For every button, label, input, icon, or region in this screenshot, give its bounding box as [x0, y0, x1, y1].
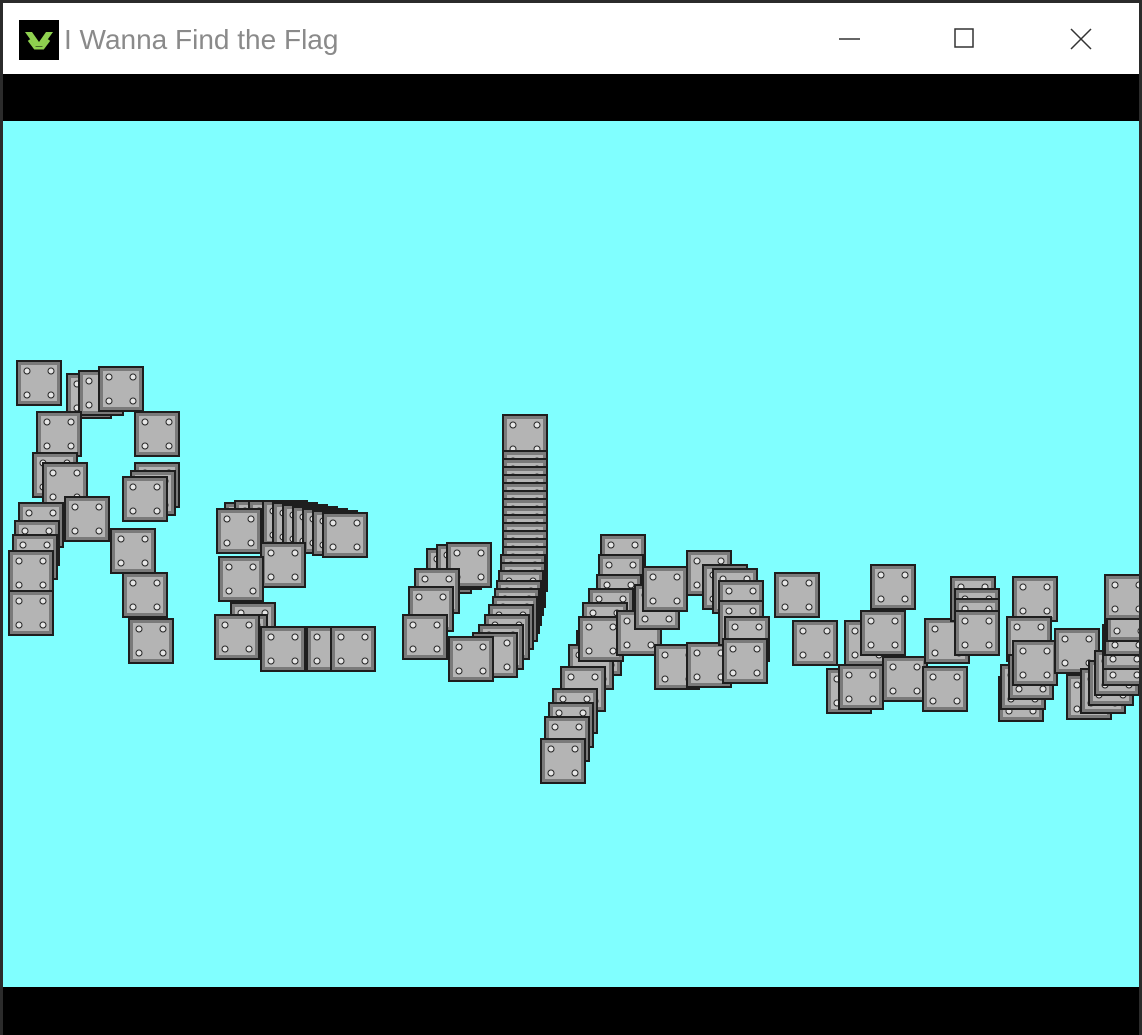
game-viewport[interactable] — [3, 121, 1139, 987]
metal-block-icon — [792, 620, 838, 666]
metal-block-icon — [122, 476, 168, 522]
metal-block-icon — [216, 508, 262, 554]
metal-block-icon — [1104, 574, 1139, 620]
metal-block-icon — [448, 636, 494, 682]
metal-block-icon — [122, 572, 168, 618]
minimize-button[interactable] — [793, 3, 903, 74]
gamemaker-icon — [19, 20, 59, 60]
metal-block-icon — [214, 614, 260, 660]
metal-block-icon — [110, 528, 156, 574]
metal-block-icon — [954, 610, 1000, 656]
metal-block-icon — [64, 496, 110, 542]
metal-block-icon — [98, 366, 144, 412]
metal-block-icon — [16, 360, 62, 406]
metal-block-icon — [642, 566, 688, 612]
block-field — [8, 360, 1139, 784]
letterbox-bottom — [3, 987, 1139, 1035]
minimize-icon — [839, 38, 860, 40]
metal-block-icon — [36, 411, 82, 457]
metal-block-icon — [330, 626, 376, 672]
metal-block-icon — [540, 738, 586, 784]
metal-block-icon — [322, 512, 368, 558]
game-window: I Wanna Find the Flag — [3, 3, 1139, 1035]
metal-block-icon — [922, 666, 968, 712]
metal-block-icon — [218, 556, 264, 602]
metal-block-icon — [774, 572, 820, 618]
metal-block-icon — [260, 626, 306, 672]
metal-block-icon — [8, 590, 54, 636]
metal-block-icon — [1012, 640, 1058, 686]
metal-block-icon — [838, 664, 884, 710]
close-button[interactable] — [1023, 3, 1133, 74]
metal-block-icon — [128, 618, 174, 664]
metal-block-icon — [722, 638, 768, 684]
metal-block-icon — [402, 614, 448, 660]
maximize-icon — [954, 28, 974, 48]
metal-block-icon — [134, 411, 180, 457]
window-title: I Wanna Find the Flag — [64, 24, 339, 55]
close-icon — [1070, 28, 1092, 50]
metal-block-icon — [882, 656, 928, 702]
metal-block-icon — [860, 610, 906, 656]
maximize-button[interactable] — [908, 3, 1018, 74]
metal-block-icon — [8, 550, 54, 596]
metal-block-icon — [260, 542, 306, 588]
metal-block-icon — [870, 564, 916, 610]
title-bar[interactable]: I Wanna Find the Flag — [3, 3, 1139, 74]
metal-block-icon — [1012, 576, 1058, 622]
letterbox-top — [3, 74, 1139, 121]
